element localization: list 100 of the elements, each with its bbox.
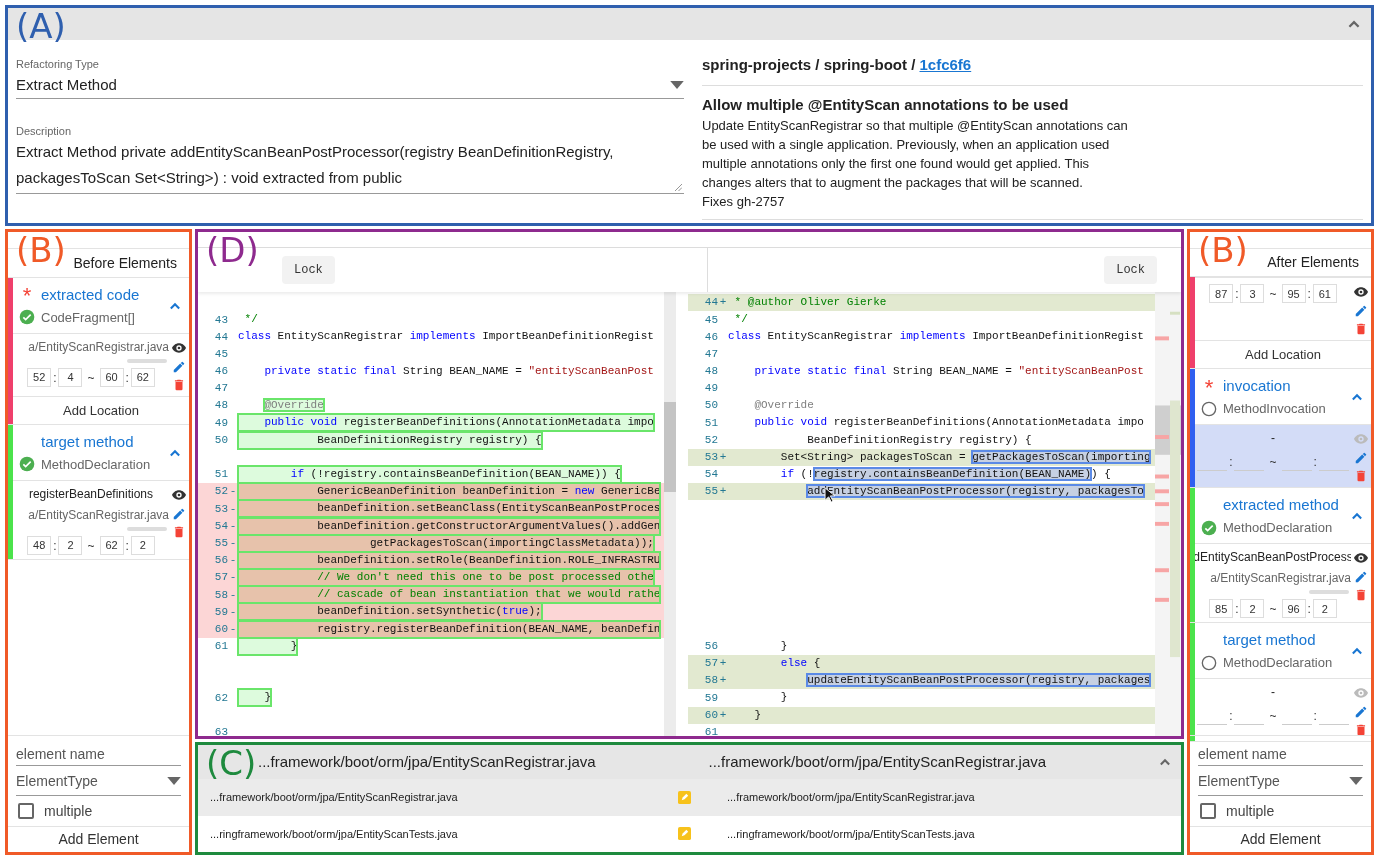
range-input[interactable]: 52	[27, 368, 52, 387]
add-element-button[interactable]: Add Element	[1190, 826, 1371, 852]
section-label: (D)	[206, 232, 259, 272]
code-line: }	[779, 690, 788, 706]
diff-sign: -	[229, 518, 237, 534]
line-number: 43	[213, 312, 228, 328]
description-field[interactable]: Extract Method private addEntityScanBeanPostProcessor(registry BeanDefinitionRegistry, packagesToScan Set<String>) : void extracted from public	[16, 139, 684, 194]
file-path: ...ringframework/boot/orm/jpa/EntityScanTests.java	[726, 826, 975, 842]
location-row[interactable]: a/EntityScanRegistrar.java 52 : 4 ~ 60 : 62	[13, 333, 189, 396]
file-name: ...framework/boot/orm/jpa/EntityScanRegistrar.java	[258, 753, 596, 770]
add-location-button[interactable]: Add Location	[1195, 340, 1371, 369]
scrollbar	[127, 359, 167, 363]
location-label: -	[1271, 430, 1275, 448]
lock-button[interactable]: Lock	[282, 256, 335, 284]
resize-handle-icon[interactable]	[675, 184, 682, 191]
line-number: 59	[703, 690, 718, 706]
trash-icon[interactable]	[172, 378, 186, 392]
line-number: 47	[703, 346, 718, 362]
dropdown-caret-icon[interactable]	[670, 80, 684, 90]
line-number: 44	[703, 295, 718, 311]
range-input[interactable]: 62	[130, 368, 155, 387]
range-input[interactable]: 96	[1281, 599, 1306, 619]
file-path: a/EntityScanRegistrar.java	[28, 507, 169, 524]
line-number: 56	[213, 553, 228, 569]
trash-icon[interactable]	[1354, 588, 1368, 603]
code-line: private static final String BEAN_NAME = "entityScanBeanPost	[263, 363, 654, 379]
scrollbar[interactable]	[664, 292, 676, 736]
element-name: extracted method	[1223, 495, 1339, 516]
element-type: MethodInvocation	[1223, 399, 1326, 418]
range-input[interactable]: 2	[130, 536, 155, 555]
line-number: 51	[213, 467, 228, 483]
colon: :	[1235, 285, 1239, 303]
element-type: CodeFragment[]	[41, 308, 135, 327]
element-name-field[interactable]: element name	[16, 742, 181, 766]
location-row[interactable]: - : ~ :	[1195, 424, 1371, 488]
trash-icon[interactable]	[1354, 469, 1368, 484]
code-line: Set<String> packagesToScan = getPackagesToScan(importing	[779, 449, 1151, 465]
element-name: invocation	[1223, 376, 1291, 397]
colon: :	[53, 537, 57, 555]
range-input[interactable]: 2	[1312, 599, 1337, 619]
dropdown-caret-icon[interactable]	[167, 777, 181, 786]
range-input[interactable]: 48	[27, 536, 52, 555]
colon: :	[53, 369, 57, 387]
element-type-select[interactable]: ElementType	[16, 768, 181, 796]
pencil-icon[interactable]	[1354, 451, 1368, 466]
range-input[interactable]: 85	[1209, 599, 1234, 619]
line-number: 56	[703, 639, 718, 655]
tilde: ~	[1269, 600, 1277, 618]
eye-icon[interactable]	[171, 487, 187, 503]
line-number: 46	[213, 364, 228, 380]
range-input[interactable]: 60	[99, 368, 124, 387]
range-input[interactable]: 61	[1312, 284, 1337, 304]
checkbox[interactable]	[18, 803, 34, 819]
file-path: ...ringframework/boot/orm/jpa/EntityScanTests.java	[209, 826, 459, 842]
line-number: 54	[703, 467, 718, 483]
element-type-select[interactable]: ElementType	[1198, 768, 1363, 797]
range-input[interactable]: 87	[1209, 284, 1234, 304]
add-location-button[interactable]: Add Location	[13, 396, 189, 424]
scrollbar	[1309, 590, 1349, 595]
diff-sign: -	[229, 501, 237, 517]
eye-icon[interactable]	[171, 340, 187, 356]
dropdown-caret-icon[interactable]	[1349, 777, 1363, 787]
line-number: 51	[703, 415, 718, 431]
pencil-icon[interactable]	[1354, 304, 1368, 319]
code-line: public void registerBeanDefinitions(AnnotationMetadata impo	[753, 415, 1144, 431]
range-input[interactable]: 62	[99, 536, 124, 555]
range-input[interactable]: 3	[1240, 284, 1265, 304]
element-name-field[interactable]: element name	[1198, 742, 1363, 767]
line-number: 44	[213, 329, 228, 345]
checkbox[interactable]	[1200, 803, 1216, 820]
pencil-icon[interactable]	[1354, 705, 1368, 720]
location-row[interactable]: registerBeanDefinitions a/EntityScanRegistrar.java 48 : 2 ~ 62 : 2	[13, 480, 189, 559]
lock-button[interactable]: Lock	[1104, 256, 1157, 284]
location-label: registerBeanDefinitions	[28, 486, 154, 503]
add-element-button[interactable]: Add Element	[8, 826, 189, 852]
code-line: */	[733, 312, 748, 328]
range-input[interactable]: 2	[1240, 599, 1265, 619]
trash-icon[interactable]	[172, 525, 186, 539]
range-input[interactable]: 4	[58, 368, 83, 387]
location-row[interactable]: - : ~ :	[1195, 678, 1371, 742]
trash-icon[interactable]	[1354, 723, 1368, 738]
location-label: -	[1271, 684, 1275, 702]
line-number: 49	[213, 415, 228, 431]
pencil-icon[interactable]	[172, 507, 186, 521]
location-row[interactable]: 87 : 3 ~ 95 : 61	[1195, 277, 1371, 341]
pencil-square-icon	[678, 827, 691, 841]
refactoring-type-select[interactable]: Extract Method	[16, 72, 684, 99]
pencil-icon[interactable]	[172, 360, 186, 374]
field-label: Description	[16, 123, 73, 139]
line-number: 58	[213, 587, 228, 603]
commit-link[interactable]: 1cfc6f6	[919, 56, 972, 73]
pencil-icon[interactable]	[1354, 570, 1368, 585]
trash-icon[interactable]	[1354, 322, 1368, 337]
range-input[interactable]: 95	[1281, 284, 1306, 304]
code-line: @Override	[753, 398, 814, 414]
code-line: if (!registry.containsBeanDefinition(BEAN_NAME)) {	[779, 466, 1111, 482]
range-input[interactable]: 2	[58, 536, 83, 555]
file-row[interactable]: ...framework/boot/orm/jpa/EntityScanRegistrar.java ...framework/boot/orm/jpa/EntityScanRegistrar.java	[198, 779, 1181, 816]
line-number: 50	[703, 398, 718, 414]
code-line: }	[753, 707, 761, 723]
